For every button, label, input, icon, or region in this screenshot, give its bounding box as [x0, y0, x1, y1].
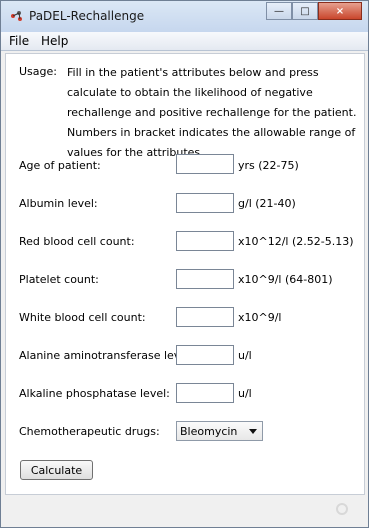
- menu-bar: File Help: [1, 32, 368, 51]
- albumin-label: Albumin level:: [19, 197, 98, 210]
- albumin-input[interactable]: [176, 193, 234, 213]
- main-panel: Usage: Fill in the patient's attributes …: [5, 53, 365, 495]
- window-controls: — □ ×: [266, 2, 362, 20]
- usage-instructions: Fill in the patient's attributes below a…: [67, 66, 357, 159]
- usage-label: Usage:: [19, 65, 57, 78]
- drug-select[interactable]: Bleomycin: [176, 421, 263, 441]
- title-bar: PaDEL-Rechallenge — □ ×: [1, 1, 368, 32]
- alp-label: Alkaline phosphatase level:: [19, 387, 170, 400]
- calculate-button[interactable]: Calculate: [20, 460, 93, 480]
- alt-unit: u/l: [238, 349, 252, 362]
- busy-indicator-icon: [336, 503, 348, 515]
- alp-input[interactable]: [176, 383, 234, 403]
- alp-unit: u/l: [238, 387, 252, 400]
- alt-input[interactable]: [176, 345, 234, 365]
- wbc-unit: x10^9/l: [238, 311, 282, 324]
- close-button[interactable]: ×: [318, 2, 362, 20]
- drug-select-value: Bleomycin: [180, 424, 238, 438]
- albumin-unit: g/l (21-40): [238, 197, 296, 210]
- rbc-label: Red blood cell count:: [19, 235, 135, 248]
- age-unit: yrs (22-75): [238, 159, 299, 172]
- app-window: PaDEL-Rechallenge — □ × File Help Usage:…: [0, 0, 369, 528]
- age-input[interactable]: [176, 154, 234, 174]
- drug-label: Chemotherapeutic drugs:: [19, 425, 160, 438]
- wbc-input[interactable]: [176, 307, 234, 327]
- chevron-down-icon: [249, 429, 257, 434]
- rbc-input[interactable]: [176, 231, 234, 251]
- app-icon: [11, 11, 22, 21]
- menu-file[interactable]: File: [9, 34, 29, 48]
- age-label: Age of patient:: [19, 159, 101, 172]
- alt-label: Alanine aminotransferase level:: [19, 349, 194, 362]
- platelet-unit: x10^9/l (64-801): [238, 273, 333, 286]
- platelet-label: Platelet count:: [19, 273, 99, 286]
- wbc-label: White blood cell count:: [19, 311, 146, 324]
- minimize-button[interactable]: —: [266, 2, 292, 20]
- maximize-button[interactable]: □: [292, 2, 318, 20]
- menu-help[interactable]: Help: [41, 34, 68, 48]
- window-title: PaDEL-Rechallenge: [29, 9, 145, 23]
- platelet-input[interactable]: [176, 269, 234, 289]
- rbc-unit: x10^12/l (2.52-5.13): [238, 235, 354, 248]
- status-bar: [1, 495, 368, 527]
